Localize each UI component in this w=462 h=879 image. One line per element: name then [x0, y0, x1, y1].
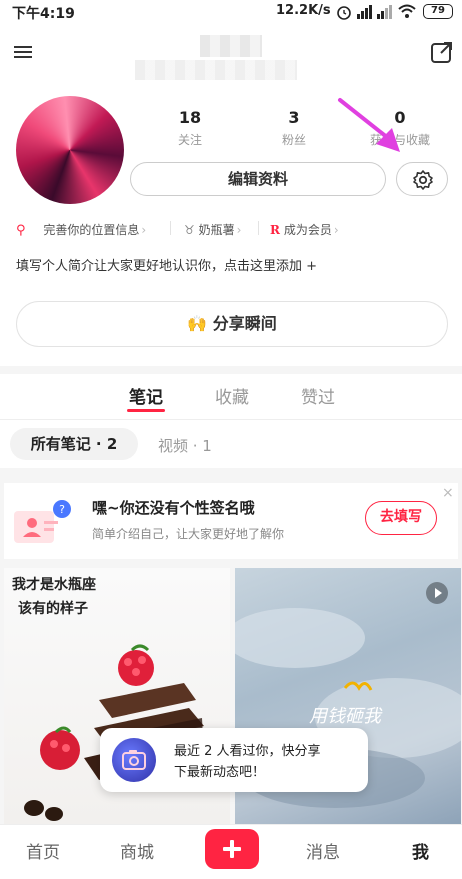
chip-badge[interactable]: ♉ 奶瓶薯 › — [184, 221, 241, 238]
chip-location-label: 完善你的位置信息 — [43, 223, 140, 237]
signal-icon-2 — [377, 5, 392, 19]
filter-all-notes[interactable]: 所有笔记 · 2 — [10, 428, 138, 460]
stat-followers[interactable]: 3 粉丝 — [264, 108, 324, 148]
member-r-icon: R — [270, 223, 280, 237]
stat-followers-value: 3 — [288, 108, 300, 127]
profile-screen: 下午4:19 12.2K/s 79 18 关注 3 粉丝 0 获赞与收藏 编辑资… — [0, 0, 462, 879]
status-time: 下午4:19 — [12, 6, 75, 22]
tab-collections[interactable]: 收藏 — [215, 383, 249, 408]
popup-line2: 下最新动态吧！ — [174, 765, 266, 780]
username-mosaic — [200, 35, 262, 57]
chip-member[interactable]: R 成为会员 › — [270, 221, 339, 238]
profile-card-icon: ? — [14, 500, 71, 543]
camera-icon — [112, 738, 156, 782]
hands-icon: 🙌 — [187, 314, 208, 333]
signature-card-title: 嘿~你还没有个性签名哦 — [92, 499, 255, 517]
divider — [170, 221, 171, 235]
nav-mall[interactable]: 商城 — [120, 838, 154, 863]
chip-location[interactable]: ⚲ 完善你的位置信息 › — [16, 221, 146, 238]
nav-home[interactable]: 首页 — [26, 838, 60, 863]
location-pin-icon: ⚲ — [16, 223, 26, 238]
note-video-caption: 用钱砸我 — [309, 706, 381, 727]
alarm-icon — [337, 6, 351, 20]
tab-active-indicator — [127, 409, 165, 412]
chevron-right-icon: › — [333, 223, 339, 237]
popup-line1: 最近 2 人看过你，快分享 — [174, 744, 321, 759]
share-moment-button[interactable]: 🙌 分享瞬间 — [16, 301, 448, 347]
username-mosaic-2 — [135, 60, 297, 80]
stat-following[interactable]: 18 关注 — [160, 108, 220, 148]
chevron-right-icon: › — [236, 223, 242, 237]
bottle-icon: ♉ — [184, 223, 195, 237]
stat-following-value: 18 — [178, 108, 202, 127]
visitor-popup[interactable]: 最近 2 人看过你，快分享 下最新动态吧！ — [100, 728, 368, 792]
close-icon[interactable]: × — [442, 485, 454, 501]
edit-profile-button[interactable]: 编辑资料 — [130, 162, 386, 196]
fill-signature-button[interactable]: 去填写 — [365, 501, 437, 535]
wifi-icon — [398, 4, 416, 18]
divider — [258, 221, 259, 235]
share-out-icon[interactable] — [430, 40, 454, 64]
annotation-arrow-icon — [338, 98, 400, 152]
gear-icon — [413, 170, 433, 190]
bio-prompt[interactable]: 填写个人简介让大家更好地认识你，点击这里添加 + — [16, 255, 317, 274]
network-speed: 12.2K/s — [276, 3, 331, 18]
note-caption-line1: 我才是水瓶座 — [12, 577, 96, 593]
chip-badge-label: 奶瓶薯 — [198, 223, 235, 237]
menu-icon[interactable] — [14, 43, 32, 61]
chevron-right-icon: › — [141, 223, 147, 237]
signal-icon — [357, 5, 372, 19]
filter-videos[interactable]: 视频 · 1 — [158, 435, 212, 456]
nav-messages[interactable]: 消息 — [306, 838, 340, 863]
tab-liked[interactable]: 赞过 — [301, 383, 335, 408]
avatar[interactable] — [16, 96, 124, 204]
svg-text:?: ? — [59, 503, 65, 516]
settings-button[interactable] — [396, 162, 448, 196]
battery-indicator: 79 — [423, 4, 453, 19]
divider — [0, 419, 462, 420]
nav-me[interactable]: 我 — [412, 838, 429, 863]
signature-card-subtitle: 简单介绍自己，让大家更好地了解你 — [92, 527, 285, 541]
section-divider — [0, 366, 462, 374]
tab-notes[interactable]: 笔记 — [129, 383, 163, 408]
stat-followers-label: 粉丝 — [281, 133, 306, 147]
status-bar: 下午4:19 12.2K/s 79 — [0, 0, 462, 24]
publish-plus-button[interactable] — [205, 829, 259, 869]
stat-following-label: 关注 — [177, 133, 202, 147]
play-icon — [426, 582, 448, 604]
share-moment-label: 分享瞬间 — [212, 314, 277, 333]
chip-member-label: 成为会员 — [283, 223, 332, 237]
